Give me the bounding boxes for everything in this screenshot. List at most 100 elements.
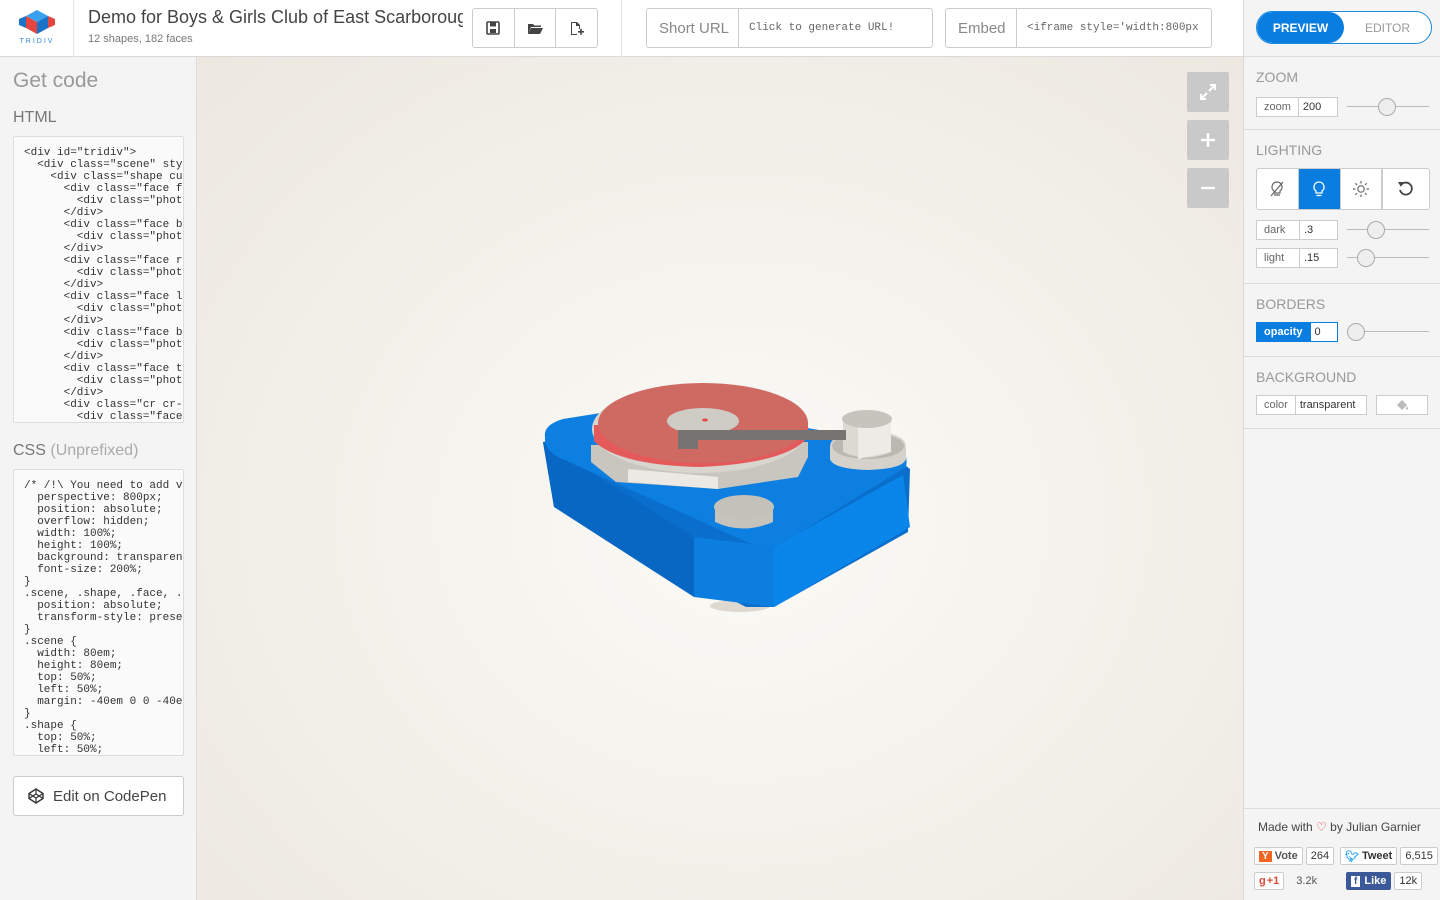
- css-code-line: margin: -40em 0 0 -40e: [24, 696, 183, 708]
- turntable-model[interactable]: [198, 57, 1243, 900]
- dark-slider[interactable]: [1347, 220, 1429, 240]
- html-code-line: <div class="face b: [24, 327, 183, 339]
- opacity-slider-knob[interactable]: [1347, 323, 1365, 341]
- html-code-line: <div class="phot: [24, 339, 183, 351]
- reset-lighting-button[interactable]: [1382, 169, 1429, 209]
- gplus-count: 3.2k: [1296, 875, 1318, 887]
- zoom-section: ZOOM zoom: [1244, 56, 1440, 129]
- like-count: 12k: [1394, 872, 1423, 890]
- html-code-box[interactable]: <div id="tridiv"> <div class="scene" sty…: [13, 136, 184, 423]
- tridiv-logo-icon: [19, 10, 55, 34]
- google-plus-icon: g: [1259, 875, 1266, 887]
- css-code-box[interactable]: /* /!\ You need to add v perspective: 80…: [13, 469, 184, 756]
- opacity-slider[interactable]: [1347, 322, 1429, 342]
- dark-slider-knob[interactable]: [1367, 221, 1385, 239]
- html-code-line: </div>: [24, 279, 104, 291]
- html-code-line: <div class="shape cu: [24, 171, 183, 183]
- vote-button[interactable]: Y Vote: [1254, 847, 1303, 865]
- html-heading: HTML: [13, 109, 57, 126]
- gplus-label: +1: [1266, 875, 1280, 887]
- opacity-control: opacity: [1256, 322, 1341, 342]
- record-spindle: [702, 418, 708, 422]
- gplus-button[interactable]: g +1: [1254, 872, 1285, 890]
- editor-tab[interactable]: EDITOR: [1344, 12, 1431, 43]
- html-code-line: </div>: [24, 207, 104, 219]
- html-code-line: <div class="face t: [24, 363, 183, 375]
- like-label: Like: [1364, 875, 1387, 887]
- css-heading-text: CSS: [13, 442, 46, 459]
- made-with-credit: Made with ♡ by Julian Garnier: [1258, 820, 1421, 834]
- css-code-line: overflow: hidden;: [24, 516, 150, 528]
- css-code-line: position: absolute;: [24, 504, 163, 516]
- zoom-input[interactable]: [1298, 98, 1339, 116]
- document-title[interactable]: Demo for Boys & Girls Club of East Scarb…: [88, 7, 463, 28]
- light-off-button[interactable]: [1257, 169, 1299, 209]
- bulb-icon: [1313, 181, 1325, 197]
- zoom-control: zoom: [1256, 97, 1339, 117]
- light-slider-knob[interactable]: [1357, 249, 1375, 267]
- short-url-label: Short URL: [647, 9, 739, 47]
- light-bulb-button[interactable]: [1298, 169, 1341, 209]
- tweet-widget: 🐦︎ Tweet 6,515: [1340, 847, 1438, 865]
- light-slider[interactable]: [1347, 248, 1429, 268]
- css-code-line: background: transparen: [24, 552, 183, 564]
- html-code-line: <div class="face f: [24, 183, 183, 195]
- zoom-slider[interactable]: [1347, 97, 1429, 117]
- bg-color-input[interactable]: [1295, 396, 1364, 414]
- bg-color-label: color: [1257, 396, 1296, 414]
- save-button[interactable]: [473, 9, 515, 47]
- css-code-line: height: 100%;: [24, 540, 124, 552]
- edit-on-codepen-button[interactable]: Edit on CodePen: [13, 776, 184, 816]
- light-input[interactable]: [1300, 249, 1336, 267]
- tweet-label: Tweet: [1361, 850, 1393, 862]
- heart-icon: ♡: [1316, 820, 1327, 834]
- css-code-line: font-size: 200%;: [24, 564, 143, 576]
- html-code-line: </div>: [24, 387, 104, 399]
- open-button[interactable]: [515, 9, 557, 47]
- get-code-title: Get code: [13, 69, 99, 92]
- like-button[interactable]: f Like: [1346, 872, 1392, 890]
- new-file-button[interactable]: [556, 9, 597, 47]
- like-widget: f Like 12k: [1346, 872, 1423, 890]
- css-code-line: left: 50%;: [24, 684, 104, 696]
- front-knob-top: [714, 495, 774, 519]
- css-code-line: transform-style: prese: [24, 612, 183, 624]
- preview-tab[interactable]: PREVIEW: [1257, 12, 1344, 43]
- top-header: TRIDIV Demo for Boys & Girls Club of Eas…: [0, 0, 1440, 57]
- embed-label: Embed: [946, 9, 1017, 47]
- dark-slider-track: [1347, 229, 1429, 230]
- css-code-line: width: 100%;: [24, 528, 117, 540]
- html-code-line: </div>: [24, 351, 104, 363]
- turntable-base-front: [694, 537, 774, 607]
- embed-input[interactable]: [1017, 9, 1211, 47]
- borders-section: BORDERS opacity: [1244, 283, 1440, 356]
- opacity-label: opacity: [1257, 323, 1311, 341]
- vote-count: 264: [1305, 847, 1335, 865]
- 3d-viewport[interactable]: [198, 57, 1243, 900]
- vote-widget: Y Vote 264: [1254, 847, 1335, 865]
- css-code-line: .shape {: [24, 720, 77, 732]
- light-sun-button[interactable]: [1341, 169, 1383, 209]
- dark-input[interactable]: [1300, 221, 1336, 239]
- opacity-input[interactable]: [1310, 323, 1341, 341]
- embed-field: Embed: [945, 8, 1212, 48]
- lighting-title: LIGHTING: [1256, 142, 1323, 158]
- short-url-input[interactable]: [739, 9, 932, 47]
- html-code-line: <div id="tridiv">: [24, 147, 137, 159]
- css-code-line: /* /!\ You need to add v: [24, 480, 183, 492]
- tridiv-logo[interactable]: TRIDIV: [0, 0, 74, 57]
- zoom-title: ZOOM: [1256, 69, 1298, 85]
- html-code-line: <div class="phot: [24, 267, 183, 279]
- facebook-icon: f: [1351, 875, 1361, 887]
- author-link[interactable]: by Julian Garnier: [1330, 820, 1421, 834]
- html-code-line: <div class="face b: [24, 219, 183, 231]
- tweet-button[interactable]: 🐦︎ Tweet: [1340, 847, 1398, 865]
- new-file-icon: [571, 21, 585, 35]
- save-icon: [486, 21, 501, 35]
- css-code-line: position: absolute;: [24, 600, 163, 612]
- zoom-slider-knob[interactable]: [1378, 98, 1396, 116]
- hacker-news-icon: Y: [1259, 850, 1272, 862]
- css-subheading: (Unprefixed): [50, 442, 139, 459]
- html-code-line: <div class="face l: [24, 291, 183, 303]
- paint-bucket-button[interactable]: [1376, 395, 1428, 415]
